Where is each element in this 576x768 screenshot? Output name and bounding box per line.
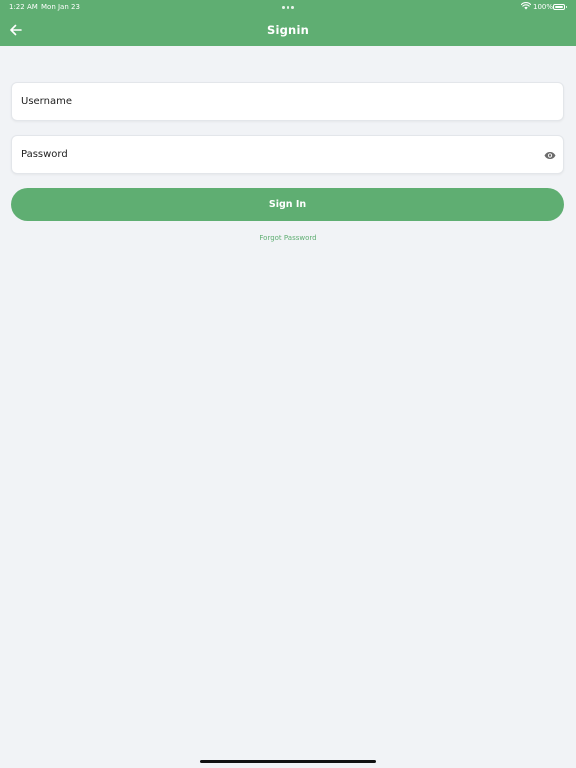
forgot-password-link[interactable]: Forgot Password xyxy=(0,233,576,243)
password-field xyxy=(11,135,564,174)
status-date: Mon Jan 23 xyxy=(41,3,80,11)
app-header: 1:22 AM Mon Jan 23 100% Signin xyxy=(0,0,576,46)
sign-in-button[interactable]: Sign In xyxy=(11,188,564,221)
status-bar: 1:22 AM Mon Jan 23 100% xyxy=(0,0,576,14)
battery-percent: 100% xyxy=(533,3,554,11)
username-input[interactable] xyxy=(12,83,563,120)
password-input[interactable] xyxy=(12,136,563,173)
battery-icon xyxy=(553,4,567,10)
nav-bar: Signin xyxy=(0,14,576,46)
wifi-icon xyxy=(521,2,531,10)
eye-icon xyxy=(544,152,555,159)
toggle-password-visibility-button[interactable] xyxy=(543,149,556,162)
home-indicator xyxy=(200,760,376,763)
more-dots-icon[interactable] xyxy=(282,6,295,9)
signin-screen: 1:22 AM Mon Jan 23 100% Signin Username … xyxy=(0,0,576,768)
username-field xyxy=(11,82,564,121)
page-title: Signin xyxy=(267,23,309,37)
status-time: 1:22 AM xyxy=(9,3,38,11)
